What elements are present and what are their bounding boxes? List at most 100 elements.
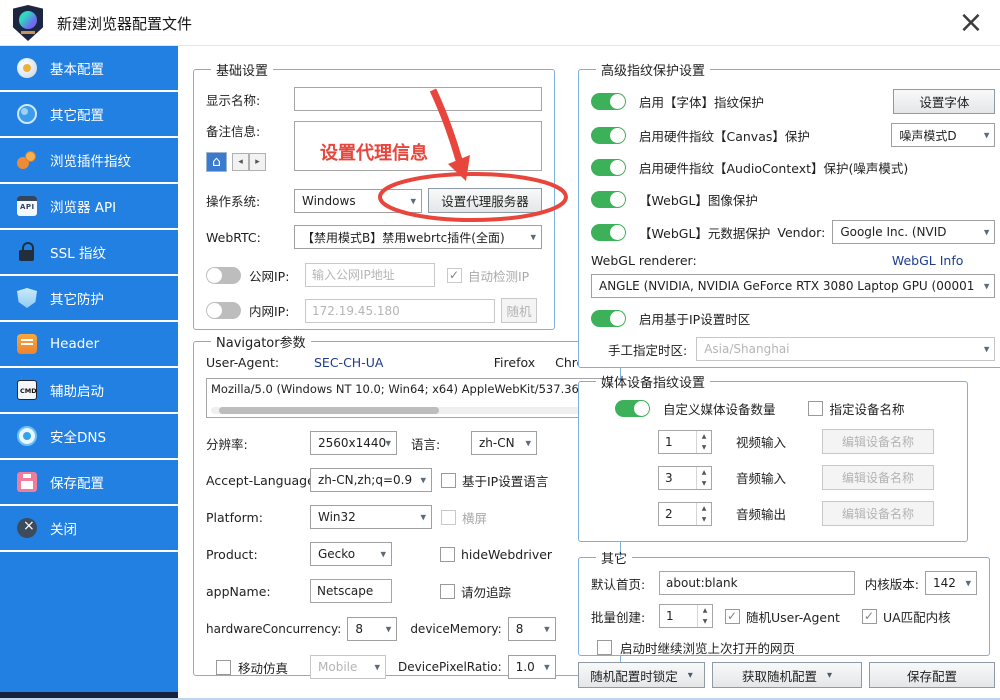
prev-arrow-icon[interactable]: ◂ <box>232 153 249 171</box>
get-random-config-button[interactable]: 获取随机配置 <box>712 662 862 688</box>
edit-audio-input-device-button[interactable]: 编辑设备名称 <box>822 465 934 490</box>
spinner-down-icon[interactable]: ▼ <box>697 514 711 525</box>
resume-browsing-checkbox[interactable] <box>597 640 612 655</box>
webgl-info-link[interactable]: WebGL Info <box>892 253 964 268</box>
sidebar-item-ssl-fingerprint[interactable]: SSL 指纹 <box>0 230 178 276</box>
webrtc-select[interactable]: 【禁用模式B】禁用webrtc插件(全面) <box>294 225 542 249</box>
sidebar-item-basic-config[interactable]: 基本配置 <box>0 46 178 92</box>
edit-audio-output-device-button[interactable]: 编辑设备名称 <box>822 501 934 526</box>
sidebar-item-other-protection[interactable]: 其它防护 <box>0 276 178 322</box>
audiocontext-protect-toggle[interactable] <box>591 159 626 176</box>
save-config-button[interactable]: 保存配置 <box>869 662 995 688</box>
set-font-button[interactable]: 设置字体 <box>893 89 995 114</box>
edit-video-device-button[interactable]: 编辑设备名称 <box>822 429 934 454</box>
sec-ch-ua-link[interactable]: SEC-CH-UA <box>314 355 383 370</box>
sidebar-item-plugin-fingerprint[interactable]: 浏览插件指纹 <box>0 138 178 184</box>
language-select[interactable]: zh-CN <box>471 431 537 455</box>
webgl-image-protect-toggle[interactable] <box>591 191 626 208</box>
random-ua-checkbox[interactable] <box>725 609 740 624</box>
public-ip-input[interactable] <box>305 263 435 287</box>
sidebar-item-label: 辅助启动 <box>50 380 104 400</box>
ip-language-checkbox[interactable] <box>441 473 456 488</box>
ua-scrollbar-thumb[interactable] <box>219 407 439 414</box>
home-icon[interactable] <box>206 152 227 172</box>
cmd-icon <box>17 380 37 400</box>
spinner-up-icon[interactable]: ▲ <box>697 503 711 514</box>
hide-webdriver-checkbox[interactable] <box>440 547 455 562</box>
timezone-select[interactable]: Asia/Shanghai <box>696 337 995 361</box>
spinner-up-icon[interactable]: ▲ <box>697 431 711 442</box>
kernel-version-select[interactable]: 142 <box>925 571 977 595</box>
ua-match-kernel-checkbox[interactable] <box>862 609 877 624</box>
ip-timezone-toggle[interactable] <box>591 310 626 327</box>
font-protect-toggle[interactable] <box>591 93 626 110</box>
note-textarea[interactable] <box>294 121 542 171</box>
sidebar-item-label: 浏览插件指纹 <box>50 150 131 170</box>
next-arrow-icon[interactable]: ▸ <box>249 153 266 171</box>
random-ip-button[interactable]: 随机 <box>501 298 537 323</box>
platform-select[interactable]: Win32 <box>310 505 432 529</box>
batch-create-spinner[interactable]: 1 ▲▼ <box>659 604 713 628</box>
spinner-down-icon[interactable]: ▼ <box>698 616 712 627</box>
auto-detect-ip-checkbox[interactable] <box>447 268 462 283</box>
vendor-select[interactable]: Google Inc. (NVID <box>832 220 995 244</box>
lan-ip-label: 内网IP: <box>249 301 305 320</box>
sidebar-item-label: 浏览器 API <box>50 196 116 216</box>
landscape-checkbox[interactable] <box>441 510 456 525</box>
webgl-renderer-select[interactable]: ANGLE (NVIDIA, NVIDIA GeForce RTX 3080 L… <box>591 274 995 298</box>
sidebar-item-label: 关闭 <box>50 518 77 538</box>
hardware-concurrency-select[interactable]: 8 <box>347 617 397 641</box>
display-name-input[interactable] <box>294 87 542 111</box>
sidebar-item-save-config[interactable]: 保存配置 <box>0 460 178 506</box>
homepage-label: 默认首页: <box>591 574 659 593</box>
appname-input[interactable] <box>310 579 392 603</box>
sidebar-item-secure-dns[interactable]: 安全DNS <box>0 414 178 460</box>
custom-media-count-label: 自定义媒体设备数量 <box>663 399 776 418</box>
spinner-up-icon[interactable]: ▲ <box>698 605 712 616</box>
dnt-checkbox[interactable] <box>440 584 455 599</box>
dpr-select[interactable]: 1.0 <box>508 655 556 679</box>
accept-language-select[interactable]: zh-CN,zh;q=0.9 <box>310 468 432 492</box>
ip-timezone-label: 启用基于IP设置时区 <box>639 309 750 328</box>
proxy-server-button[interactable]: 设置代理服务器 <box>428 188 542 213</box>
sidebar-item-assist-launch[interactable]: 辅助启动 <box>0 368 178 414</box>
sidebar-item-label: SSL 指纹 <box>50 242 106 262</box>
spinner-down-icon[interactable]: ▼ <box>697 478 711 489</box>
resolution-select[interactable]: 2560x1440 <box>310 431 397 455</box>
canvas-protect-toggle[interactable] <box>591 127 626 144</box>
canvas-noise-mode-select[interactable]: 噪声模式D <box>891 123 995 147</box>
navigator-fieldset: Navigator参数 User-Agent: SEC-CH-UA Firefo… <box>193 332 621 676</box>
product-select[interactable]: Gecko <box>310 542 392 566</box>
device-name-checkbox[interactable] <box>808 401 823 416</box>
close-icon[interactable] <box>954 6 988 40</box>
device-memory-select[interactable]: 8 <box>508 617 556 641</box>
other-legend: 其它 <box>596 548 632 567</box>
user-agent-textarea[interactable]: Mozilla/5.0 (Windows NT 10.0; Win64; x64… <box>206 378 608 418</box>
video-input-count-spinner[interactable]: 1 ▲▼ <box>658 430 712 454</box>
mobile-select[interactable]: Mobile <box>310 655 386 679</box>
sidebar-item-other-config[interactable]: 其它配置 <box>0 92 178 138</box>
custom-media-count-toggle[interactable] <box>615 400 650 417</box>
lan-ip-input[interactable] <box>305 299 495 323</box>
homepage-input[interactable] <box>659 571 855 595</box>
audio-output-count-spinner[interactable]: 2 ▲▼ <box>658 502 712 526</box>
shield-icon <box>17 288 37 308</box>
spinner-down-icon[interactable]: ▼ <box>697 442 711 453</box>
lan-ip-toggle[interactable] <box>206 302 241 319</box>
webgl-meta-protect-toggle[interactable] <box>591 224 626 241</box>
sidebar-item-header[interactable]: Header <box>0 322 178 368</box>
public-ip-label: 公网IP: <box>249 266 305 285</box>
mobile-emulation-checkbox[interactable] <box>216 660 231 675</box>
dpr-label: DevicePixelRatio: <box>398 660 502 674</box>
sidebar-item-close[interactable]: 关闭 <box>0 506 178 552</box>
public-ip-toggle[interactable] <box>206 267 241 284</box>
audio-input-count-spinner[interactable]: 3 ▲▼ <box>658 466 712 490</box>
device-name-label: 指定设备名称 <box>830 399 905 418</box>
accept-language-label: Accept-Language: <box>206 473 310 488</box>
lock-on-random-button[interactable]: 随机配置时锁定 <box>578 662 705 688</box>
os-select[interactable]: Windows <box>294 189 422 213</box>
spinner-up-icon[interactable]: ▲ <box>697 467 711 478</box>
sidebar-item-browser-api[interactable]: 浏览器 API <box>0 184 178 230</box>
firefox-link[interactable]: Firefox <box>494 355 535 370</box>
webrtc-label: WebRTC: <box>206 230 288 245</box>
